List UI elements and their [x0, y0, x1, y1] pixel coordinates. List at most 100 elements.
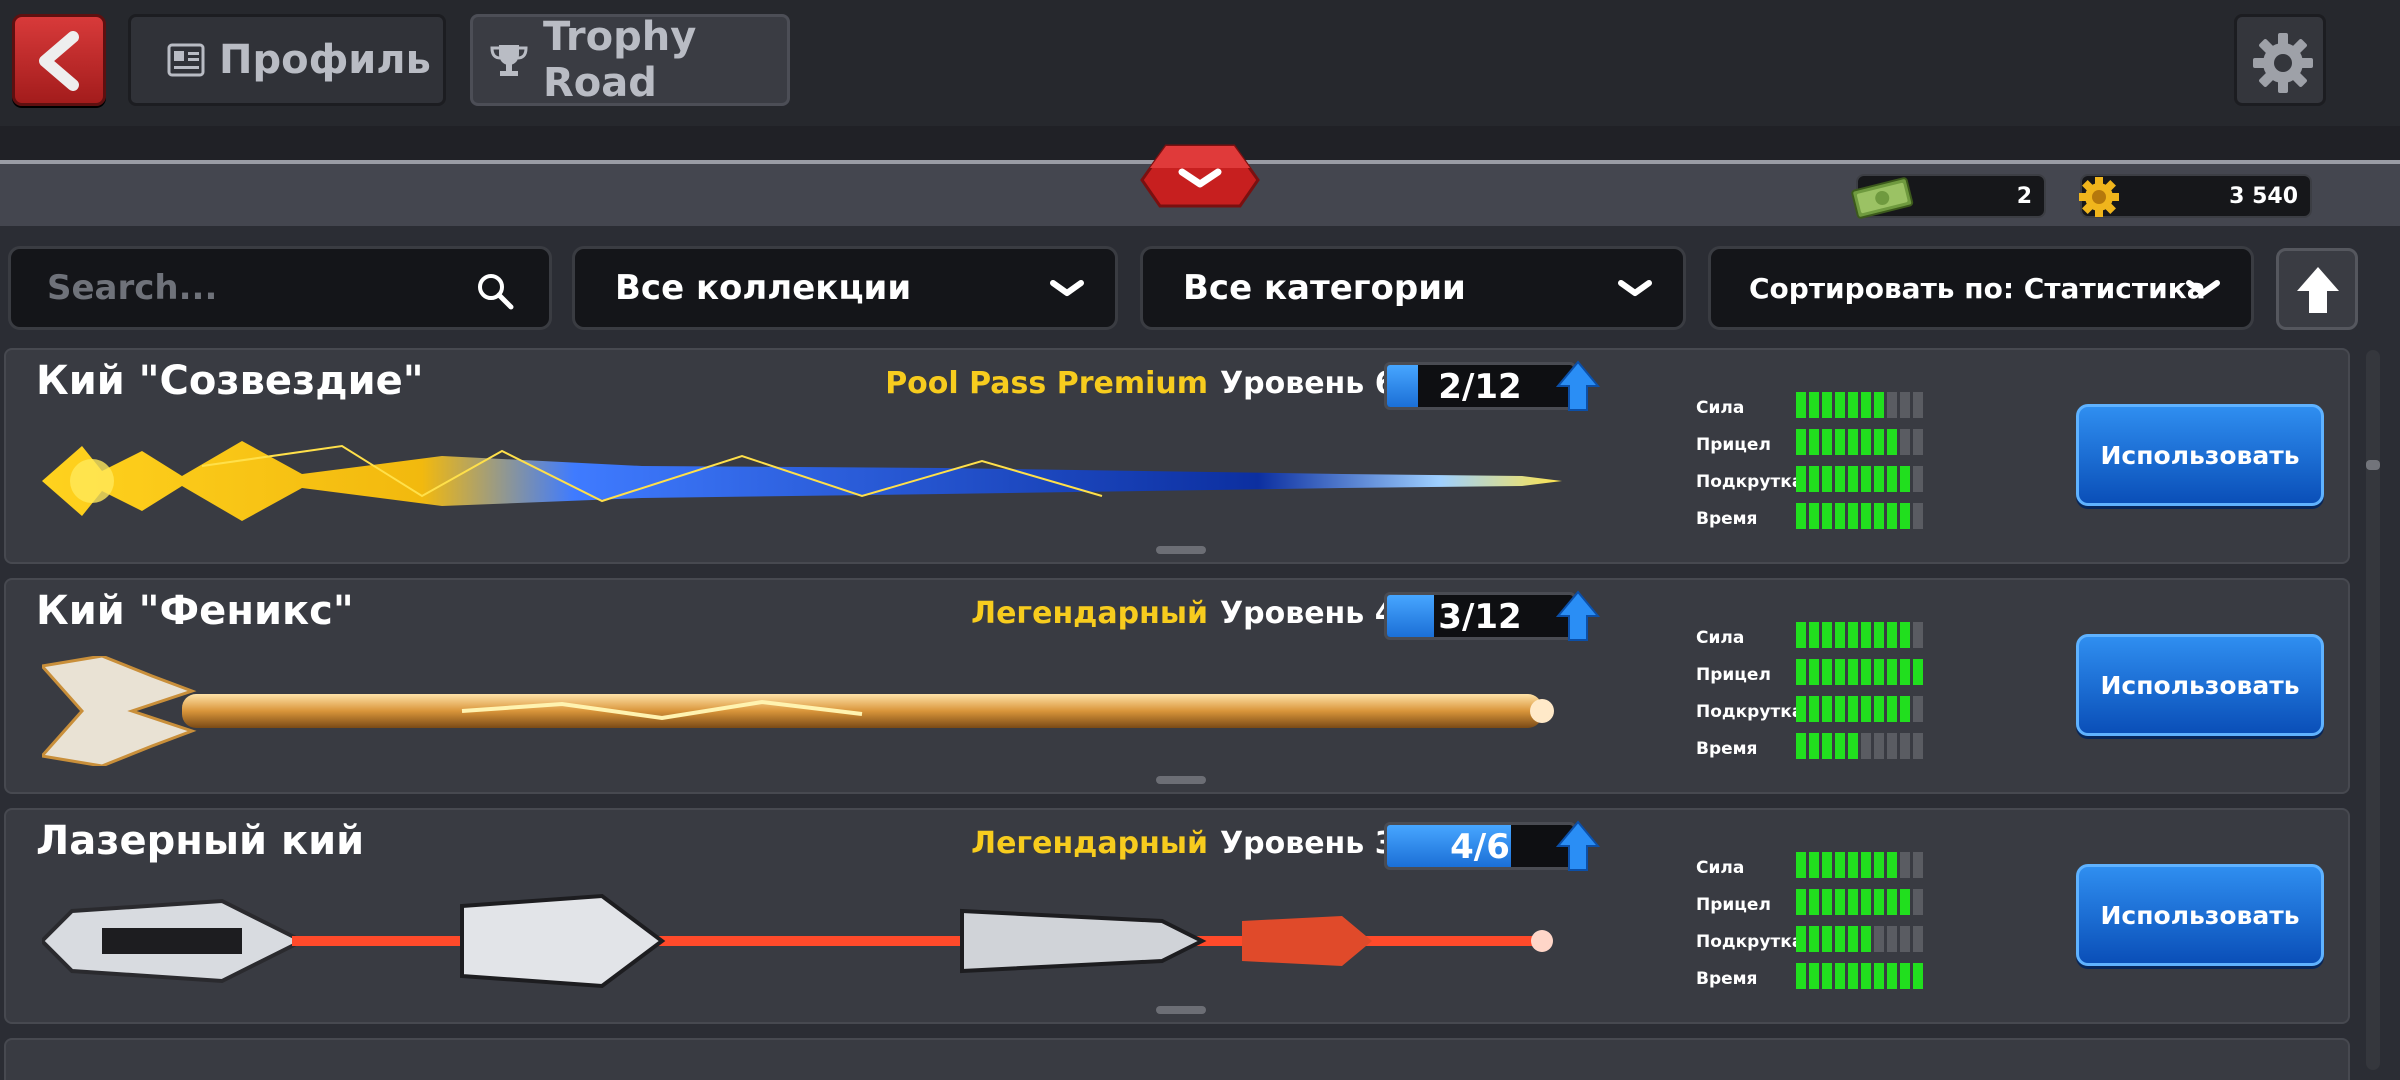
- stat-segment: [1861, 852, 1871, 878]
- stat-segment: [1874, 503, 1884, 529]
- stat-segment: [1796, 852, 1806, 878]
- stat-bars-spin: [1796, 466, 1926, 492]
- search-input[interactable]: Search...: [8, 246, 552, 330]
- stat-segment: [1822, 963, 1832, 989]
- progress-text: 3/12: [1438, 597, 1522, 637]
- use-cue-button[interactable]: Использовать: [2076, 634, 2324, 736]
- stat-segment: [1796, 429, 1806, 455]
- stat-segment: [1887, 926, 1897, 952]
- cue-laser-image: [42, 893, 1553, 989]
- stat-segment: [1809, 429, 1819, 455]
- stat-segment: [1900, 852, 1910, 878]
- sort-value: Сортировать по: Статистика: [1749, 271, 2206, 305]
- trophy-icon: [489, 42, 529, 78]
- coins-value: 3 540: [2229, 183, 2298, 209]
- stat-label-aim: Прицел: [1696, 435, 1771, 455]
- stat-segment: [1848, 852, 1858, 878]
- upgrade-arrow-icon[interactable]: [1556, 360, 1600, 412]
- back-button[interactable]: [12, 14, 106, 106]
- categories-value: Все категории: [1183, 268, 1466, 308]
- stat-segment: [1913, 926, 1923, 952]
- stat-segment: [1913, 889, 1923, 915]
- stat-segment: [1848, 503, 1858, 529]
- stat-segment: [1809, 503, 1819, 529]
- stat-segment: [1874, 926, 1884, 952]
- sort-dropdown[interactable]: Сортировать по: Статистика: [1708, 246, 2254, 330]
- stat-segment: [1835, 392, 1845, 418]
- progress-text: 2/12: [1438, 367, 1522, 407]
- collections-dropdown[interactable]: Все коллекции: [572, 246, 1118, 330]
- chevron-down-icon: [1618, 280, 1652, 296]
- stat-segment: [1913, 852, 1923, 878]
- stat-segment: [1913, 503, 1923, 529]
- stat-segment: [1809, 926, 1819, 952]
- stat-segment: [1887, 963, 1897, 989]
- stat-label-aim: Прицел: [1696, 895, 1771, 915]
- level-progress: 3/12: [1384, 592, 1576, 640]
- stat-label-power: Сила: [1696, 628, 1745, 648]
- stat-segment: [1822, 466, 1832, 492]
- stat-label-time: Время: [1696, 509, 1758, 529]
- stat-label-power: Сила: [1696, 858, 1745, 878]
- chevron-down-icon: [2186, 280, 2220, 296]
- stat-segment: [1900, 659, 1910, 685]
- stat-segment: [1809, 733, 1819, 759]
- cash-balance[interactable]: 2: [1851, 174, 2046, 219]
- use-cue-button[interactable]: Использовать: [2076, 864, 2324, 966]
- level-progress: 4/6: [1384, 822, 1576, 870]
- stat-segment: [1874, 852, 1884, 878]
- stat-segment: [1861, 889, 1871, 915]
- stat-segment: [1887, 659, 1897, 685]
- categories-dropdown[interactable]: Все категории: [1140, 246, 1686, 330]
- stat-segment: [1887, 696, 1897, 722]
- stat-segment: [1848, 696, 1858, 722]
- upgrade-arrow-icon[interactable]: [1556, 590, 1600, 642]
- stat-bars-aim: [1796, 659, 1926, 685]
- stat-segment: [1796, 889, 1806, 915]
- use-cue-button[interactable]: Использовать: [2076, 404, 2324, 506]
- stat-segment: [1796, 926, 1806, 952]
- cue-constellation-image: [42, 441, 1562, 521]
- stat-segment: [1835, 503, 1845, 529]
- stat-label-spin: Подкрутка: [1696, 932, 1804, 952]
- stat-segment: [1822, 733, 1832, 759]
- stat-segment: [1887, 429, 1897, 455]
- cue-row-partial: [4, 1038, 2350, 1080]
- stat-segment: [1809, 392, 1819, 418]
- stat-segment: [1874, 963, 1884, 989]
- stat-segment: [1887, 733, 1897, 759]
- stat-segment: [1848, 733, 1858, 759]
- stat-segment: [1835, 622, 1845, 648]
- stat-segment: [1848, 622, 1858, 648]
- stat-segment: [1874, 733, 1884, 759]
- stat-label-power: Сила: [1696, 398, 1745, 418]
- expand-handle[interactable]: [1156, 546, 1206, 554]
- stat-segment: [1874, 659, 1884, 685]
- expand-handle[interactable]: [1156, 776, 1206, 784]
- sort-direction-button[interactable]: [2276, 248, 2358, 330]
- collapse-header-button[interactable]: [1138, 140, 1262, 212]
- stat-segment: [1809, 659, 1819, 685]
- stat-segment: [1900, 889, 1910, 915]
- scrollbar[interactable]: [2366, 350, 2380, 1070]
- stat-segment: [1887, 852, 1897, 878]
- cue-name: Кий "Феникс": [36, 588, 354, 634]
- stat-label-time: Время: [1696, 739, 1758, 759]
- coins-balance[interactable]: 3 540: [2079, 174, 2312, 218]
- stat-segment: [1861, 659, 1871, 685]
- settings-button[interactable]: [2234, 14, 2326, 106]
- stat-segment: [1861, 466, 1871, 492]
- chevron-down-icon: [1140, 144, 1260, 208]
- stat-segment: [1822, 852, 1832, 878]
- cue-row: Кий "Созвездие" Pool Pass Premium Уровен…: [4, 348, 2350, 564]
- tab-profile[interactable]: Профиль: [128, 14, 446, 106]
- stat-bars-spin: [1796, 696, 1926, 722]
- upgrade-arrow-icon[interactable]: [1556, 820, 1600, 872]
- tab-trophy-road[interactable]: Trophy Road: [470, 14, 790, 106]
- expand-handle[interactable]: [1156, 1006, 1206, 1014]
- profile-card-icon: [167, 43, 205, 77]
- cue-rarity: Pool Pass Premium: [885, 366, 1208, 401]
- scrollbar-thumb[interactable]: [2366, 460, 2380, 470]
- stat-segment: [1900, 466, 1910, 492]
- back-arrow-icon: [39, 31, 79, 91]
